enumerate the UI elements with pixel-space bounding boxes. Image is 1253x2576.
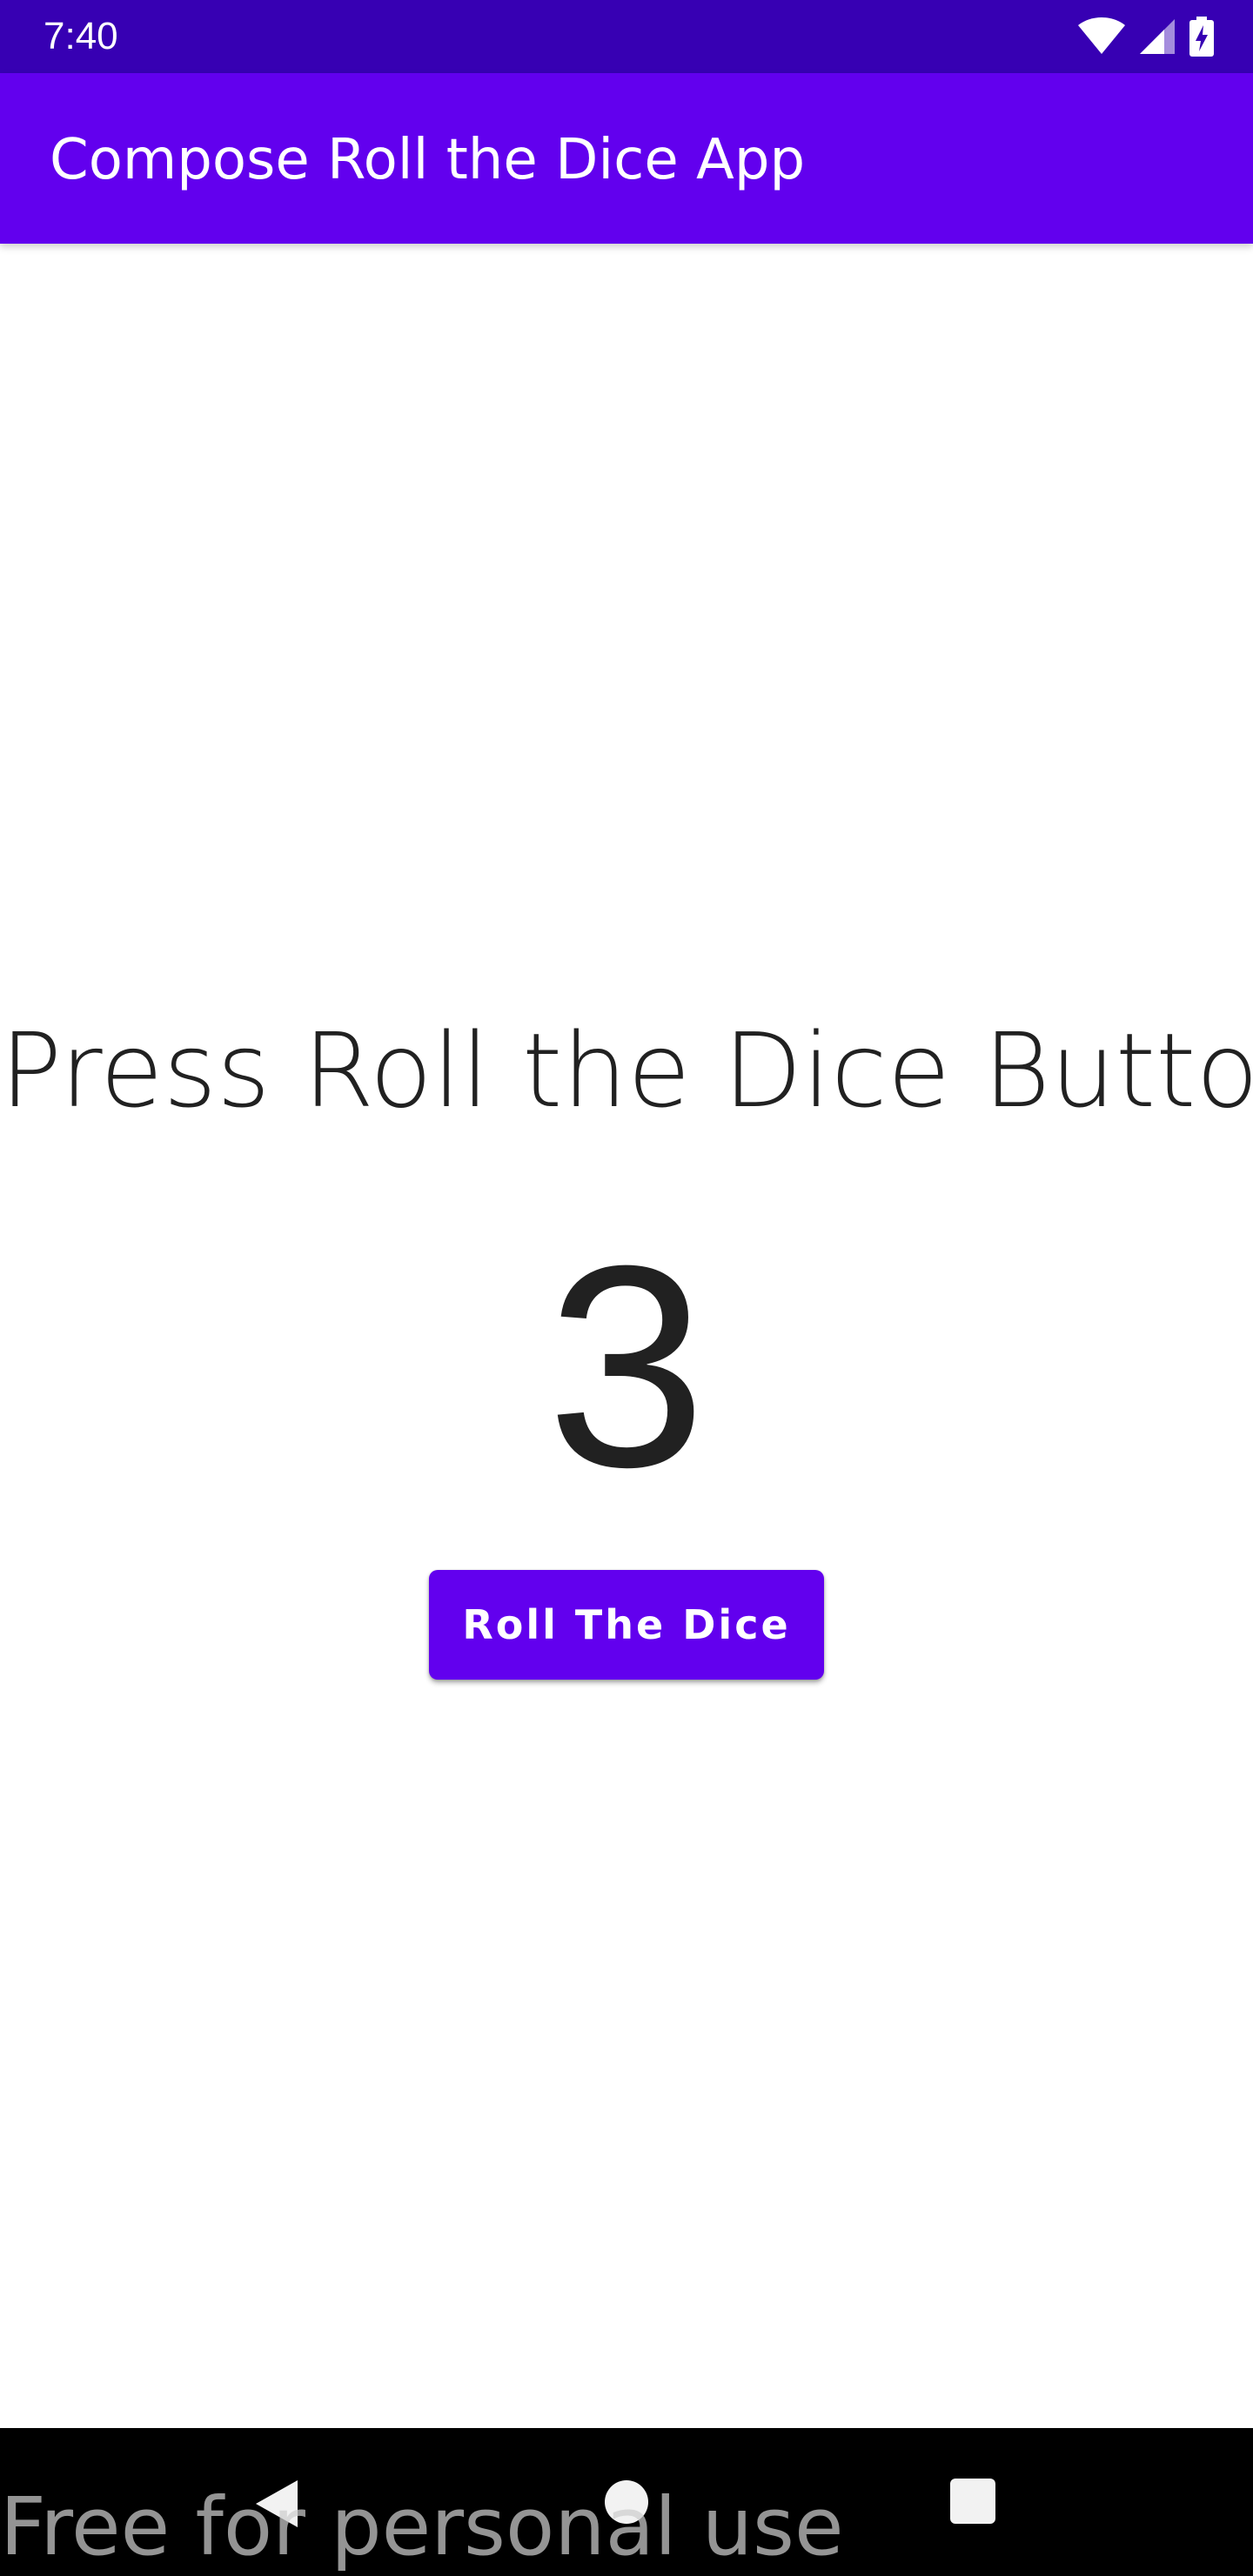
status-bar: 7:40 xyxy=(0,0,1253,73)
roll-the-dice-button[interactable]: Roll The Dice xyxy=(429,1570,824,1680)
back-icon[interactable] xyxy=(252,2479,301,2533)
app-bar: Compose Roll the Dice App xyxy=(0,73,1253,244)
recents-icon[interactable] xyxy=(950,2479,995,2524)
status-time: 7:40 xyxy=(44,15,118,57)
battery-charging-icon xyxy=(1189,17,1215,57)
status-icons xyxy=(1077,16,1215,57)
navigation-bar xyxy=(0,2428,1253,2576)
home-icon[interactable] xyxy=(605,2480,648,2524)
app-title: Compose Roll the Dice App xyxy=(50,128,806,192)
signal-icon xyxy=(1138,17,1176,56)
dice-value: 3 xyxy=(546,1205,707,1526)
prompt-text: Press Roll the Dice Button xyxy=(0,1010,1253,1130)
wifi-icon xyxy=(1077,17,1126,56)
main-content: Press Roll the Dice Button 3 Roll The Di… xyxy=(0,244,1253,2428)
app-screen: 7:40 Compose Roll the Dice App Press Rol… xyxy=(0,0,1253,2576)
